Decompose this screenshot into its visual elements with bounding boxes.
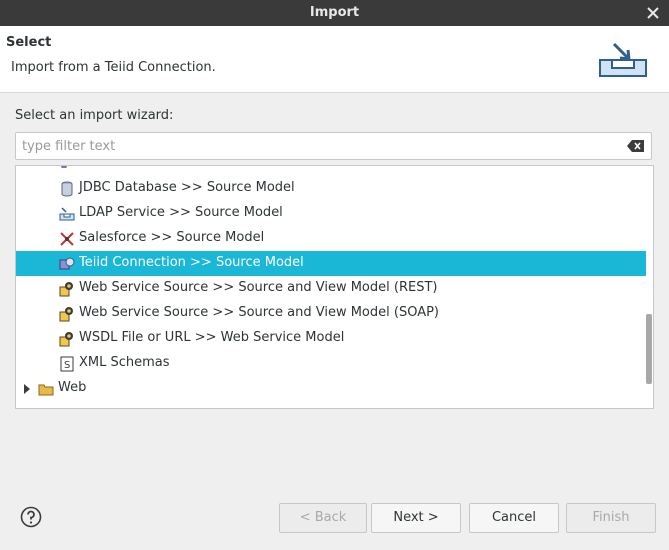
tree-item-wsdl[interactable]: WSDL File or URL >> Web Service Model — [16, 326, 646, 351]
page-description: Import from a Teiid Connection. — [11, 60, 216, 75]
tree-item-label: Web Service Source >> Source and View Mo… — [79, 305, 440, 320]
tree-item-jdbc[interactable]: JDBC Database >> Source Model — [16, 176, 646, 201]
back-button[interactable]: < Back — [279, 503, 367, 533]
title-bar: Import — [0, 0, 669, 26]
tree-item-label: Teiid Connection >> Source Model — [79, 255, 304, 270]
web-service-icon — [59, 332, 73, 347]
web-service-icon — [59, 307, 73, 322]
tree-folder-web[interactable]: Web — [16, 376, 646, 401]
clear-filter-icon[interactable] — [627, 140, 645, 152]
next-button[interactable]: Next > — [371, 503, 461, 533]
close-icon[interactable] — [643, 3, 663, 23]
tree-item-ldap[interactable]: LDAP Service >> Source Model — [16, 201, 646, 226]
tree-item-teiid-connection[interactable]: Teiid Connection >> Source Model — [16, 251, 646, 276]
wizard-prompt: Select an import wizard: — [15, 108, 174, 123]
tree-item-ws-rest[interactable]: Web Service Source >> Source and View Mo… — [16, 276, 646, 301]
finish-button[interactable]: Finish — [566, 503, 656, 533]
tree-item-label: JDBC Database >> Source Model — [79, 180, 295, 195]
tree-item-xml-schemas[interactable]: S XML Schemas — [16, 351, 646, 376]
tree-item-salesforce[interactable]: Salesforce >> Source Model — [16, 226, 646, 251]
tree-item-label: LDAP Service >> Source Model — [79, 205, 283, 220]
window-title: Import — [309, 5, 360, 20]
page-title: Select — [6, 35, 52, 50]
ldap-icon — [59, 207, 75, 221]
help-icon[interactable] — [20, 506, 42, 528]
tree-scrollbar[interactable] — [646, 314, 652, 384]
tree-row-partial — [60, 166, 190, 168]
svg-text:S: S — [64, 360, 70, 371]
web-service-icon — [59, 282, 73, 297]
database-icon — [61, 181, 73, 197]
wizard-header: Select Import from a Teiid Connection. — [0, 26, 669, 93]
tree-folder-label: Web — [58, 380, 87, 395]
tree-item-label: WSDL File or URL >> Web Service Model — [79, 330, 345, 345]
tree-item-ws-soap[interactable]: Web Service Source >> Source and View Mo… — [16, 301, 646, 326]
import-banner-icon — [599, 42, 647, 77]
teiid-icon — [59, 257, 75, 270]
tree-item-label: Web Service Source >> Source and View Mo… — [79, 280, 438, 295]
expand-arrow-icon[interactable] — [24, 384, 30, 394]
wizard-tree: JDBC Database >> Source Model LDAP Servi… — [15, 165, 654, 409]
tree-item-label: XML Schemas — [79, 355, 170, 370]
folder-icon — [38, 384, 54, 396]
tree-item-label: Salesforce >> Source Model — [79, 230, 265, 245]
partial-row-icon — [61, 166, 67, 168]
filter-input[interactable] — [22, 137, 612, 155]
cancel-button[interactable]: Cancel — [469, 503, 559, 533]
filter-field — [15, 132, 652, 160]
salesforce-icon — [60, 232, 74, 246]
xml-schema-icon: S — [60, 356, 74, 372]
